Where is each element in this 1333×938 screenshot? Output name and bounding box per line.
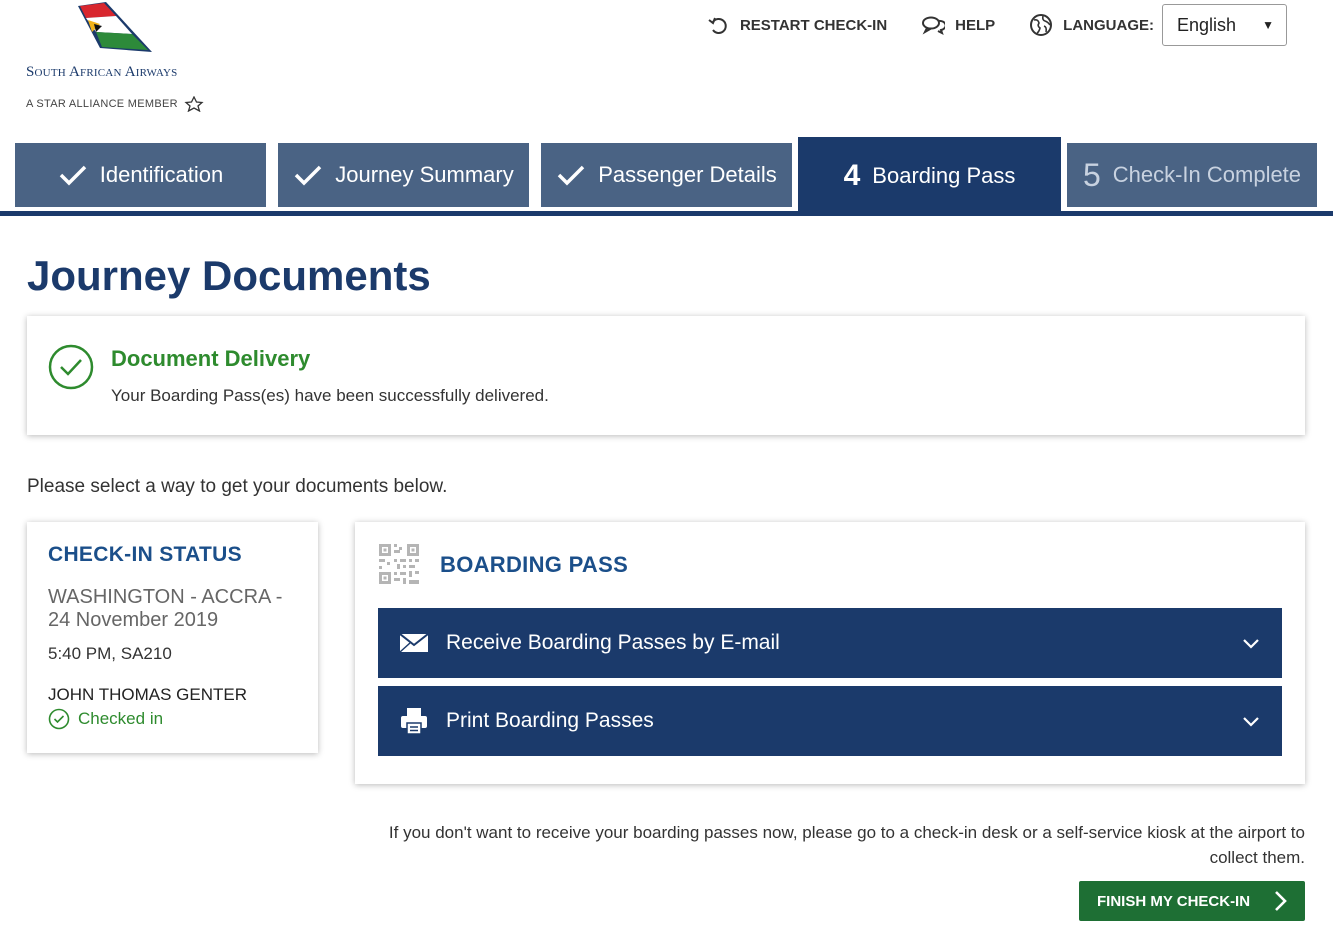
saa-tail-logo-icon — [78, 2, 152, 52]
globe-icon — [1030, 14, 1053, 36]
help-label: HELP — [955, 16, 996, 34]
chevron-right-icon — [1275, 891, 1287, 911]
top-navigation: RESTART CHECK-IN HELP LANGUAGE: English … — [706, 4, 1287, 46]
language-selector-group: LANGUAGE: English ▼ — [1029, 4, 1287, 46]
language-label-group: LANGUAGE: — [1029, 13, 1154, 37]
caret-down-icon: ▼ — [1262, 18, 1274, 32]
boarding-pass-title: BOARDING PASS — [440, 552, 629, 577]
passenger-name: JOHN THOMAS GENTER — [48, 685, 247, 704]
page-title: Journey Documents — [27, 252, 431, 299]
checkmark-icon — [294, 165, 322, 186]
envelope-icon — [399, 633, 429, 653]
check-in-status-card: CHECK-IN STATUS WASHINGTON - ACCRA - 24 … — [27, 522, 318, 753]
boarding-pass-card: BOARDING PASS Receive Boarding Passes by… — [355, 522, 1305, 784]
language-label: LANGUAGE: — [1063, 16, 1154, 34]
email-boarding-pass-option[interactable]: Receive Boarding Passes by E-mail — [378, 608, 1282, 678]
restart-icon — [708, 17, 727, 34]
chevron-down-icon — [1243, 717, 1259, 727]
chat-bubbles-icon — [922, 16, 946, 35]
printer-icon — [401, 708, 427, 735]
saa-logo[interactable]: South African Airways A STAR ALLIANCE ME… — [26, 2, 226, 112]
status-title: CHECK-IN STATUS — [48, 543, 242, 566]
collect-at-airport-note: If you don't want to receive your boardi… — [388, 823, 1305, 867]
step-label: Journey Summary — [335, 162, 514, 187]
restart-check-in-label: RESTART CHECK-IN — [739, 16, 888, 34]
delivery-title: Document Delivery — [111, 346, 311, 371]
restart-check-in-link[interactable]: RESTART CHECK-IN — [706, 13, 887, 37]
qr-code-icon — [379, 544, 419, 584]
finish-label: FINISH MY CHECK-IN — [1097, 892, 1251, 910]
language-value: English — [1177, 14, 1237, 35]
brand-tagline-text: A STAR ALLIANCE MEMBER — [26, 98, 178, 110]
flight-time-number: 5:40 PM, SA210 — [48, 644, 172, 663]
help-link[interactable]: HELP — [921, 13, 995, 37]
step-passenger-details[interactable]: Passenger Details — [541, 143, 792, 207]
step-identification[interactable]: Identification — [15, 143, 266, 207]
step-label: Boarding Pass — [872, 163, 1016, 188]
document-delivery-card: Document Delivery Your Boarding Pass(es)… — [27, 316, 1305, 435]
email-option-label: Receive Boarding Passes by E-mail — [446, 631, 780, 654]
checkmark-icon — [59, 165, 86, 186]
step-boarding-pass[interactable]: 4 Boarding Pass — [798, 137, 1061, 215]
stepper-underline — [0, 211, 1333, 216]
step-label: Passenger Details — [598, 162, 777, 187]
brand-name: South African Airways — [26, 64, 178, 80]
language-select[interactable]: English ▼ — [1162, 4, 1287, 46]
step-journey-summary[interactable]: Journey Summary — [278, 143, 529, 207]
step-check-in-complete: 5 Check-In Complete — [1067, 143, 1317, 207]
check-circle-icon — [48, 708, 70, 730]
checked-in-status: Checked in — [48, 708, 163, 730]
progress-stepper: Identification Journey Summary Passenger… — [0, 137, 1333, 219]
star-alliance-icon — [184, 96, 204, 112]
step-label: Identification — [99, 162, 224, 187]
route-and-date: WASHINGTON - ACCRA - 24 November 2019 — [48, 586, 283, 631]
print-boarding-pass-option[interactable]: Print Boarding Passes — [378, 686, 1282, 756]
finish-check-in-button[interactable]: FINISH MY CHECK-IN — [1079, 881, 1305, 921]
brand-tagline: A STAR ALLIANCE MEMBER — [26, 96, 204, 112]
checkmark-icon — [557, 165, 585, 186]
step-number: 4 — [843, 159, 861, 192]
success-check-circle-icon — [48, 344, 94, 390]
step-label: Check-In Complete — [1112, 162, 1302, 187]
instruction-text: Please select a way to get your document… — [27, 476, 448, 497]
print-option-label: Print Boarding Passes — [446, 709, 654, 732]
checked-in-label: Checked in — [78, 709, 164, 728]
step-number: 5 — [1082, 156, 1101, 193]
delivery-message: Your Boarding Pass(es) have been success… — [111, 386, 549, 405]
chevron-down-icon — [1243, 639, 1259, 649]
